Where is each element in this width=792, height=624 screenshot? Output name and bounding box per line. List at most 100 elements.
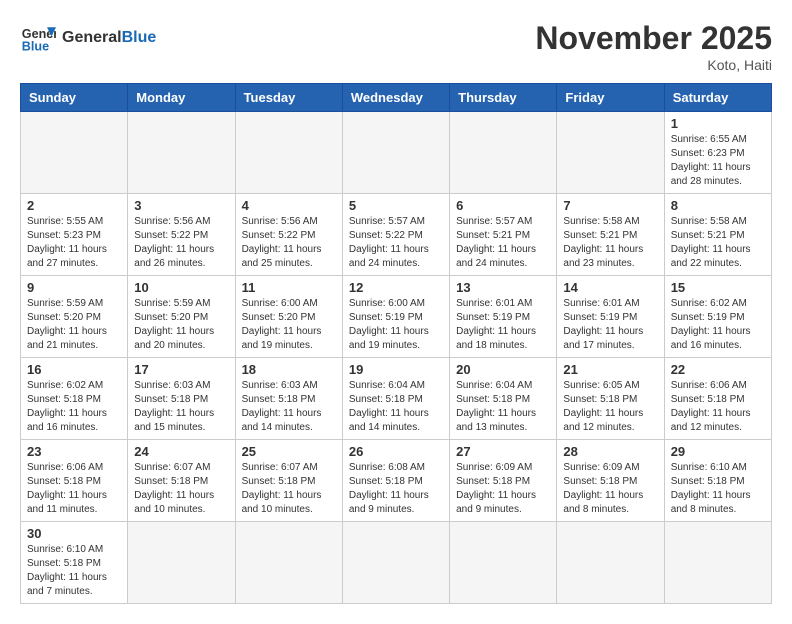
- calendar-cell: [450, 112, 557, 194]
- calendar-cell: [342, 112, 449, 194]
- calendar-cell: 25Sunrise: 6:07 AM Sunset: 5:18 PM Dayli…: [235, 440, 342, 522]
- day-info: Sunrise: 5:59 AM Sunset: 5:20 PM Dayligh…: [27, 297, 121, 353]
- calendar-cell: 12Sunrise: 6:00 AM Sunset: 5:19 PM Dayli…: [342, 276, 449, 358]
- day-info: Sunrise: 6:02 AM Sunset: 5:19 PM Dayligh…: [671, 297, 765, 353]
- calendar-week-1: 2 Sunrise: 5:55 AM Sunset: 5:23 PM Daylig…: [21, 194, 772, 276]
- calendar-cell: [664, 522, 771, 604]
- day-info: Sunrise: 6:08 AM Sunset: 5:18 PM Dayligh…: [349, 461, 443, 517]
- calendar-cell: [342, 522, 449, 604]
- title-block: November 2025 Koto, Haiti: [535, 20, 772, 73]
- calendar-cell: 4 Sunrise: 5:56 AM Sunset: 5:22 PM Daylig…: [235, 194, 342, 276]
- calendar-cell: 27 Sunrise: 6:09 AM Sunset: 5:18 PM Dayli…: [450, 440, 557, 522]
- calendar-cell: 9 Sunrise: 5:59 AM Sunset: 5:20 PM Daylig…: [21, 276, 128, 358]
- calendar-cell: 8 Sunrise: 5:58 AM Sunset: 5:21 PM Daylig…: [664, 194, 771, 276]
- day-info: Sunrise: 5:57 AM Sunset: 5:22 PM Dayligh…: [349, 215, 443, 271]
- calendar-week-0: 1 Sunrise: 6:55 AM Sunset: 6:23 PM Daylig…: [21, 112, 772, 194]
- calendar-body: 1 Sunrise: 6:55 AM Sunset: 6:23 PM Daylig…: [21, 112, 772, 604]
- day-info: Sunrise: 6:00 AM Sunset: 5:19 PM Dayligh…: [349, 297, 443, 353]
- calendar-cell: [450, 522, 557, 604]
- day-info: Sunrise: 6:01 AM Sunset: 5:19 PM Dayligh…: [563, 297, 657, 353]
- day-info: Sunrise: 5:56 AM Sunset: 5:22 PM Dayligh…: [242, 215, 336, 271]
- day-info: Sunrise: 6:06 AM Sunset: 5:18 PM Dayligh…: [671, 379, 765, 435]
- calendar-cell: 10Sunrise: 5:59 AM Sunset: 5:20 PM Dayli…: [128, 276, 235, 358]
- day-info: Sunrise: 6:00 AM Sunset: 5:20 PM Dayligh…: [242, 297, 336, 353]
- calendar-cell: 1 Sunrise: 6:55 AM Sunset: 6:23 PM Daylig…: [664, 112, 771, 194]
- calendar-cell: 17Sunrise: 6:03 AM Sunset: 5:18 PM Dayli…: [128, 358, 235, 440]
- day-info: Sunrise: 5:57 AM Sunset: 5:21 PM Dayligh…: [456, 215, 550, 271]
- day-info: Sunrise: 6:04 AM Sunset: 5:18 PM Dayligh…: [456, 379, 550, 435]
- day-number: 3: [134, 198, 228, 213]
- weekday-header-tuesday: Tuesday: [235, 84, 342, 112]
- calendar-cell: 11 Sunrise: 6:00 AM Sunset: 5:20 PM Dayli…: [235, 276, 342, 358]
- calendar-cell: [128, 522, 235, 604]
- calendar-cell: 18Sunrise: 6:03 AM Sunset: 5:18 PM Dayli…: [235, 358, 342, 440]
- calendar-week-5: 30 Sunrise: 6:10 AM Sunset: 5:18 PM Dayli…: [21, 522, 772, 604]
- calendar-cell: 29Sunrise: 6:10 AM Sunset: 5:18 PM Dayli…: [664, 440, 771, 522]
- calendar-table: SundayMondayTuesdayWednesdayThursdayFrid…: [20, 83, 772, 604]
- calendar-cell: 14 Sunrise: 6:01 AM Sunset: 5:19 PM Dayli…: [557, 276, 664, 358]
- day-number: 17: [134, 362, 228, 377]
- calendar-cell: [235, 522, 342, 604]
- day-number: 5: [349, 198, 443, 213]
- calendar-cell: 5 Sunrise: 5:57 AM Sunset: 5:22 PM Daylig…: [342, 194, 449, 276]
- day-info: Sunrise: 6:07 AM Sunset: 5:18 PM Dayligh…: [134, 461, 228, 517]
- day-info: Sunrise: 6:02 AM Sunset: 5:18 PM Dayligh…: [27, 379, 121, 435]
- day-number: 30: [27, 526, 121, 541]
- weekday-header-row: SundayMondayTuesdayWednesdayThursdayFrid…: [21, 84, 772, 112]
- calendar-cell: [128, 112, 235, 194]
- day-number: 13: [456, 280, 550, 295]
- day-number: 1: [671, 116, 765, 131]
- page-header: General Blue General Blue November 2025 K…: [20, 20, 772, 73]
- weekday-header-monday: Monday: [128, 84, 235, 112]
- calendar-cell: [235, 112, 342, 194]
- day-info: Sunrise: 6:09 AM Sunset: 5:18 PM Dayligh…: [563, 461, 657, 517]
- day-number: 19: [349, 362, 443, 377]
- day-number: 15: [671, 280, 765, 295]
- day-number: 11: [242, 280, 336, 295]
- day-number: 26: [349, 444, 443, 459]
- day-info: Sunrise: 6:01 AM Sunset: 5:19 PM Dayligh…: [456, 297, 550, 353]
- day-info: Sunrise: 6:55 AM Sunset: 6:23 PM Dayligh…: [671, 133, 765, 189]
- day-info: Sunrise: 6:04 AM Sunset: 5:18 PM Dayligh…: [349, 379, 443, 435]
- day-number: 29: [671, 444, 765, 459]
- calendar-cell: [557, 112, 664, 194]
- calendar-week-2: 9 Sunrise: 5:59 AM Sunset: 5:20 PM Daylig…: [21, 276, 772, 358]
- day-number: 14: [563, 280, 657, 295]
- calendar-cell: 21Sunrise: 6:05 AM Sunset: 5:18 PM Dayli…: [557, 358, 664, 440]
- weekday-header-wednesday: Wednesday: [342, 84, 449, 112]
- day-info: Sunrise: 6:05 AM Sunset: 5:18 PM Dayligh…: [563, 379, 657, 435]
- calendar-week-4: 23 Sunrise: 6:06 AM Sunset: 5:18 PM Dayli…: [21, 440, 772, 522]
- day-number: 23: [27, 444, 121, 459]
- calendar-cell: 3 Sunrise: 5:56 AM Sunset: 5:22 PM Daylig…: [128, 194, 235, 276]
- weekday-header-sunday: Sunday: [21, 84, 128, 112]
- location: Koto, Haiti: [535, 57, 772, 73]
- day-number: 27: [456, 444, 550, 459]
- calendar-week-3: 16Sunrise: 6:02 AM Sunset: 5:18 PM Dayli…: [21, 358, 772, 440]
- calendar-cell: 30 Sunrise: 6:10 AM Sunset: 5:18 PM Dayli…: [21, 522, 128, 604]
- day-number: 4: [242, 198, 336, 213]
- calendar-cell: 15 Sunrise: 6:02 AM Sunset: 5:19 PM Dayli…: [664, 276, 771, 358]
- day-number: 9: [27, 280, 121, 295]
- calendar-cell: 26 Sunrise: 6:08 AM Sunset: 5:18 PM Dayli…: [342, 440, 449, 522]
- day-number: 6: [456, 198, 550, 213]
- logo: General Blue General Blue: [20, 20, 156, 56]
- day-info: Sunrise: 5:55 AM Sunset: 5:23 PM Dayligh…: [27, 215, 121, 271]
- day-number: 8: [671, 198, 765, 213]
- month-title: November 2025: [535, 20, 772, 57]
- calendar-cell: 23 Sunrise: 6:06 AM Sunset: 5:18 PM Dayli…: [21, 440, 128, 522]
- day-info: Sunrise: 6:10 AM Sunset: 5:18 PM Dayligh…: [27, 543, 121, 599]
- weekday-header-friday: Friday: [557, 84, 664, 112]
- day-info: Sunrise: 6:09 AM Sunset: 5:18 PM Dayligh…: [456, 461, 550, 517]
- day-number: 24: [134, 444, 228, 459]
- day-number: 25: [242, 444, 336, 459]
- day-info: Sunrise: 6:06 AM Sunset: 5:18 PM Dayligh…: [27, 461, 121, 517]
- day-number: 28: [563, 444, 657, 459]
- day-number: 2: [27, 198, 121, 213]
- svg-text:Blue: Blue: [22, 40, 49, 54]
- logo-icon: General Blue: [20, 20, 56, 56]
- calendar-cell: 24 Sunrise: 6:07 AM Sunset: 5:18 PM Dayli…: [128, 440, 235, 522]
- day-info: Sunrise: 5:58 AM Sunset: 5:21 PM Dayligh…: [671, 215, 765, 271]
- weekday-header-thursday: Thursday: [450, 84, 557, 112]
- logo-general: General: [62, 29, 122, 46]
- day-info: Sunrise: 5:56 AM Sunset: 5:22 PM Dayligh…: [134, 215, 228, 271]
